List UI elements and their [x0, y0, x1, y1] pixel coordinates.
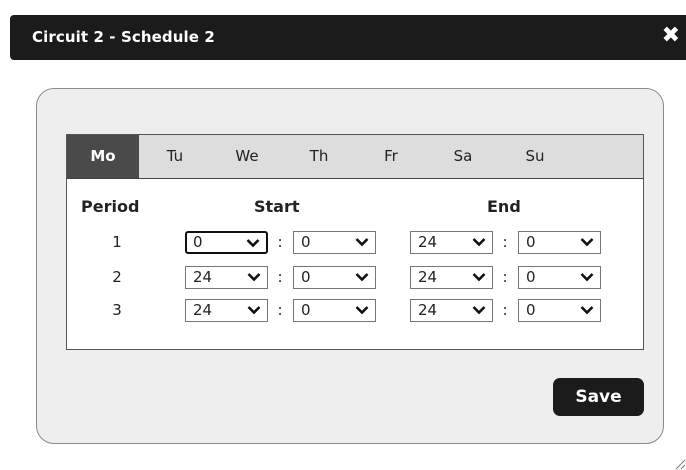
time-separator: :: [502, 301, 508, 319]
chevron-down-icon: [580, 238, 594, 247]
select-value: 24: [193, 301, 213, 319]
end-minute-select[interactable]: 0: [518, 266, 601, 289]
start-header: Start: [254, 197, 300, 216]
close-icon[interactable]: ✖: [662, 23, 680, 49]
end-minute-select[interactable]: 0: [518, 231, 601, 254]
chevron-down-icon: [580, 306, 594, 315]
schedule-table: Mo Tu We Th Fr Sa Su Period Start End 1 …: [66, 134, 644, 350]
chevron-down-icon: [355, 273, 369, 282]
save-button[interactable]: Save: [553, 378, 644, 416]
select-value: 0: [301, 268, 311, 286]
start-minute-select[interactable]: 0: [293, 231, 376, 254]
chevron-down-icon: [580, 273, 594, 282]
period-number: 3: [112, 301, 122, 319]
chevron-down-icon: [355, 306, 369, 315]
period-number: 1: [112, 233, 122, 251]
period-number: 2: [112, 268, 122, 286]
chevron-down-icon: [247, 306, 261, 315]
select-value: 0: [301, 301, 311, 319]
start-minute-select[interactable]: 0: [293, 266, 376, 289]
time-separator: :: [502, 233, 508, 251]
select-value: 0: [526, 233, 536, 251]
select-value: 24: [418, 268, 438, 286]
time-separator: :: [277, 233, 283, 251]
chevron-down-icon: [246, 239, 260, 248]
dialog-title: Circuit 2 - Schedule 2: [32, 28, 215, 46]
end-header: End: [487, 197, 521, 216]
select-value: 24: [193, 268, 213, 286]
chevron-down-icon: [247, 273, 261, 282]
start-minute-select[interactable]: 0: [293, 299, 376, 322]
resize-grip-icon[interactable]: [672, 456, 686, 470]
day-tabs: Mo Tu We Th Fr Sa Su: [67, 135, 643, 179]
dialog-titlebar[interactable]: Circuit 2 - Schedule 2 ✖: [10, 15, 686, 60]
chevron-down-icon: [472, 238, 486, 247]
tab-sa[interactable]: Sa: [427, 135, 499, 178]
tab-su[interactable]: Su: [499, 135, 571, 178]
tab-tu[interactable]: Tu: [139, 135, 211, 178]
tab-mo[interactable]: Mo: [67, 135, 139, 178]
start-hour-select[interactable]: 24: [185, 299, 268, 322]
tab-we[interactable]: We: [211, 135, 283, 178]
end-hour-select[interactable]: 24: [410, 266, 493, 289]
select-value: 0: [301, 233, 311, 251]
schedule-panel: Mo Tu We Th Fr Sa Su Period Start End 1 …: [36, 88, 664, 444]
time-separator: :: [502, 268, 508, 286]
select-value: 0: [193, 233, 203, 251]
end-hour-select[interactable]: 24: [410, 231, 493, 254]
time-separator: :: [277, 301, 283, 319]
chevron-down-icon: [472, 273, 486, 282]
start-hour-select[interactable]: 24: [185, 266, 268, 289]
time-separator: :: [277, 268, 283, 286]
tab-fr[interactable]: Fr: [355, 135, 427, 178]
start-hour-select[interactable]: 0: [185, 231, 268, 254]
tab-th[interactable]: Th: [283, 135, 355, 178]
chevron-down-icon: [472, 306, 486, 315]
chevron-down-icon: [355, 238, 369, 247]
select-value: 0: [526, 268, 536, 286]
end-minute-select[interactable]: 0: [518, 299, 601, 322]
end-hour-select[interactable]: 24: [410, 299, 493, 322]
period-header: Period: [81, 197, 140, 216]
select-value: 24: [418, 301, 438, 319]
select-value: 24: [418, 233, 438, 251]
select-value: 0: [526, 301, 536, 319]
